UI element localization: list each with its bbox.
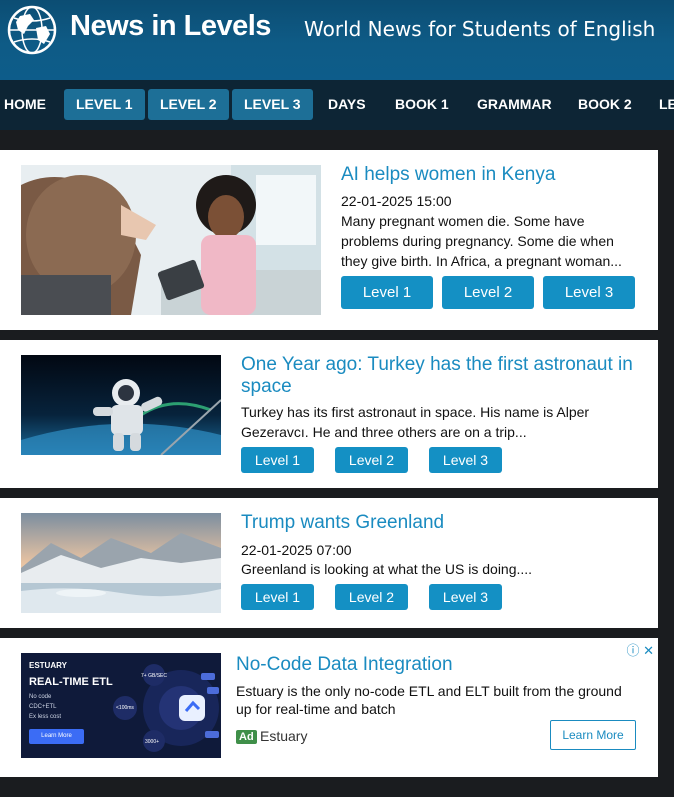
nav-book-1[interactable]: BOOK 1 [383, 89, 461, 120]
ad-image-bullet: No code [29, 694, 52, 700]
site-tagline: World News for Students of English [304, 17, 656, 41]
article-title[interactable]: Trump wants Greenland [241, 512, 646, 534]
level-2-button[interactable]: Level 2 [442, 276, 534, 309]
level-3-button[interactable]: Level 3 [429, 447, 502, 473]
article-date: 22-01-2025 07:00 [241, 542, 352, 558]
site-title[interactable]: News in Levels [70, 10, 271, 43]
ad-image-button: Learn More [41, 733, 72, 739]
article-title[interactable]: AI helps women in Kenya [341, 164, 641, 186]
globe-logo-icon[interactable] [6, 4, 58, 56]
ad-title[interactable]: No-Code Data Integration [236, 654, 453, 676]
site-header: News in Levels World News for Students o… [0, 0, 674, 80]
info-icon[interactable]: ⓘ [626, 643, 639, 658]
ad-image-stat: <100ms [116, 705, 134, 711]
article-title[interactable]: One Year ago: Turkey has the first astro… [241, 354, 646, 398]
article-excerpt: Many pregnant women die. Some have probl… [341, 213, 622, 269]
article-excerpt: Greenland is looking at what the US is d… [241, 561, 533, 577]
level-1-button[interactable]: Level 1 [241, 447, 314, 473]
ad-badge: Ad [236, 730, 257, 744]
close-icon[interactable]: ✕ [643, 643, 654, 658]
level-1-button[interactable]: Level 1 [241, 584, 314, 610]
nav-more[interactable]: LE [647, 89, 674, 120]
article-image[interactable] [21, 165, 321, 315]
nav-book-2[interactable]: BOOK 2 [566, 89, 644, 120]
ad-image-brand: ESTUARY [29, 661, 67, 670]
level-3-button[interactable]: Level 3 [543, 276, 635, 309]
level-2-button[interactable]: Level 2 [335, 584, 408, 610]
ad-image-headline: REAL-TIME ETL [29, 676, 113, 688]
ad-description: Estuary is the only no-code ETL and ELT … [236, 683, 622, 717]
nav-days[interactable]: DAYS [316, 89, 378, 120]
ad-image-stat: 7+ GB/SEC [141, 673, 167, 679]
nav-level-3[interactable]: LEVEL 3 [232, 89, 313, 120]
learn-more-button[interactable]: Learn More [550, 720, 636, 750]
nav-grammar[interactable]: GRAMMAR [465, 89, 564, 120]
level-1-button[interactable]: Level 1 [341, 276, 433, 309]
article-excerpt: Turkey has its first astronaut in space.… [241, 404, 590, 440]
ad-image-stat: 3000+ [145, 739, 160, 745]
ad-card: ⓘ ✕ ESTUARY REAL-TIME ETL No code CDC+ET… [0, 638, 658, 777]
nav-level-1[interactable]: LEVEL 1 [64, 89, 145, 120]
article-image[interactable] [21, 513, 221, 613]
ad-sponsor[interactable]: Estuary [260, 728, 307, 744]
main-navigation: HOME LEVEL 1 LEVEL 2 LEVEL 3 DAYS BOOK 1… [0, 80, 674, 130]
article-image[interactable] [21, 355, 221, 455]
ad-image-bullet: CDC+ETL [29, 704, 57, 710]
article-card: One Year ago: Turkey has the first astro… [0, 340, 658, 488]
article-card: Trump wants Greenland 22-01-2025 07:00 G… [0, 498, 658, 628]
ad-image-bullet: Ex less cost [29, 714, 62, 720]
level-2-button[interactable]: Level 2 [335, 447, 408, 473]
ad-choices[interactable]: ⓘ ✕ [626, 640, 654, 659]
article-card: AI helps women in Kenya 22-01-2025 15:00… [0, 150, 658, 330]
ad-image[interactable]: ESTUARY REAL-TIME ETL No code CDC+ETL Ex… [21, 653, 221, 758]
level-3-button[interactable]: Level 3 [429, 584, 502, 610]
nav-home[interactable]: HOME [0, 89, 58, 120]
article-date: 22-01-2025 15:00 [341, 193, 452, 209]
nav-level-2[interactable]: LEVEL 2 [148, 89, 229, 120]
